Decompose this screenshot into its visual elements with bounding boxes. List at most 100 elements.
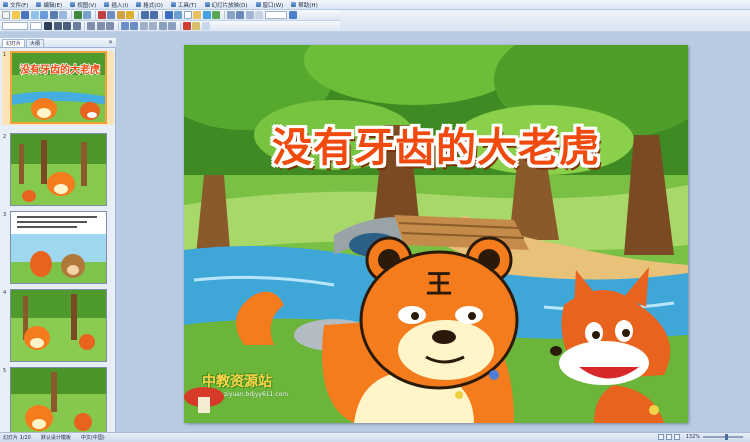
insert-table-icon[interactable] — [174, 11, 182, 19]
shadow-icon[interactable] — [72, 22, 81, 30]
standard-toolbar — [0, 10, 340, 21]
watermark-logo-text: 中教资源站 — [202, 374, 272, 390]
thumbnail-image: 没有牙齿的大老虎 — [10, 51, 107, 124]
tools-icon — [170, 2, 176, 7]
format-icon — [136, 2, 142, 7]
new-icon[interactable] — [2, 11, 10, 19]
watermark-url: ziyuan.bdjyy611.com — [224, 391, 289, 398]
open-icon[interactable] — [11, 11, 20, 19]
tab-slides[interactable]: 幻灯片 — [2, 39, 26, 47]
thumbnail-image — [10, 289, 107, 362]
font-name-dropdown[interactable] — [2, 22, 28, 30]
align-center-icon[interactable] — [96, 22, 105, 30]
slideshow-view-icon[interactable] — [673, 434, 680, 440]
menu-slideshow[interactable]: 幻灯片放映(D) — [204, 1, 248, 9]
thumbnail-number: 1 — [3, 52, 7, 58]
decrease-font-icon[interactable] — [149, 22, 157, 30]
slide-editing-area: 王 没有牙齿的大老虎 中教资源站 ziyuan.bdjyy611.com — [117, 32, 750, 432]
increase-font-icon[interactable] — [139, 22, 148, 30]
thumbnail-number: 2 — [3, 134, 7, 140]
slide-title[interactable]: 没有牙齿的大老虎 — [184, 115, 688, 173]
slide-thumbnail-3[interactable]: 3 — [2, 211, 114, 285]
edit-icon — [36, 2, 42, 7]
italic-icon[interactable] — [53, 22, 62, 30]
insert-wordart-icon[interactable] — [202, 11, 211, 19]
svg-text:没有牙齿的大老虎: 没有牙齿的大老虎 — [20, 63, 100, 76]
help-icon[interactable] — [288, 11, 297, 19]
align-right-icon[interactable] — [106, 22, 114, 30]
insert-chart-icon[interactable] — [164, 11, 173, 19]
menu-tools[interactable]: 工具(T) — [170, 1, 197, 9]
normal-view-icon[interactable] — [657, 434, 664, 440]
print-icon[interactable] — [49, 11, 58, 19]
underline-icon[interactable] — [63, 22, 71, 30]
menu-format[interactable]: 格式(O) — [136, 1, 163, 9]
pane-tabs: 幻灯片 大纲 ✕ — [0, 38, 116, 48]
toolbar-separator — [94, 11, 96, 19]
menu-help[interactable]: 帮助(H) — [291, 1, 318, 9]
zoom-dropdown[interactable] — [264, 11, 287, 19]
bullets-icon[interactable] — [130, 22, 138, 30]
menu-window[interactable]: 窗口(W) — [255, 1, 283, 9]
redo-icon[interactable] — [150, 11, 158, 19]
increase-indent-icon[interactable] — [168, 22, 176, 30]
font-size-dropdown[interactable] — [30, 22, 42, 30]
align-left-icon[interactable] — [87, 22, 95, 30]
slide-illustration: 王 — [184, 45, 688, 423]
toolbar-separator — [70, 11, 72, 19]
font-color-icon[interactable] — [182, 22, 191, 30]
decrease-indent-icon[interactable] — [158, 22, 167, 30]
file-icon — [3, 2, 8, 7]
insert-picture-icon[interactable] — [193, 11, 201, 19]
numbering-icon[interactable] — [120, 22, 129, 30]
slide-thumbnail-1[interactable]: 1 没有牙齿的大老虎 — [2, 51, 114, 125]
slideshow-icon — [204, 2, 210, 7]
zoom-slider[interactable] — [703, 434, 743, 440]
language-indicator: 中文(中国) — [80, 435, 105, 441]
close-icon[interactable]: ✕ — [108, 39, 113, 46]
toolbar-separator — [223, 11, 225, 19]
spelling-icon[interactable] — [73, 11, 82, 19]
slide-thumbnail-5[interactable]: 5 — [2, 367, 114, 441]
thumbnail-number: 4 — [3, 290, 7, 296]
copy-icon[interactable] — [107, 11, 115, 19]
bold-icon[interactable] — [44, 22, 52, 30]
menu-insert[interactable]: 插入(I) — [104, 1, 128, 9]
slide-thumbnail-2[interactable]: 2 — [2, 133, 114, 207]
status-bar: 幻灯片 1/20 默认设计模板 中文(中国) 132% — [0, 432, 750, 442]
insert-diagram-icon[interactable] — [212, 11, 220, 19]
new-slide-icon[interactable] — [201, 22, 210, 30]
toolbar-separator — [117, 22, 119, 30]
insert-icon — [104, 2, 110, 7]
current-slide[interactable]: 王 没有牙齿的大老虎 中教资源站 ziyuan.bdjyy611.com — [184, 45, 688, 423]
permission-icon[interactable] — [30, 11, 39, 19]
paste-icon[interactable] — [116, 11, 125, 19]
menu-edit[interactable]: 编辑(E) — [36, 1, 62, 9]
slide-counter: 幻灯片 1/20 — [3, 435, 31, 441]
cut-icon[interactable] — [97, 11, 106, 19]
view-icon — [70, 2, 76, 7]
thumbnail-number: 5 — [3, 368, 7, 374]
toolbar-area — [340, 10, 750, 32]
zoom-slider-thumb[interactable] — [725, 434, 728, 440]
toolbar-separator — [137, 11, 139, 19]
expand-icon[interactable] — [226, 11, 235, 19]
slide-sorter-icon[interactable] — [665, 434, 672, 440]
print-preview-icon[interactable] — [59, 11, 67, 19]
menu-file[interactable]: 文件(F) — [3, 1, 28, 9]
thumbnail-image — [10, 211, 107, 284]
show-formatting-icon[interactable] — [236, 11, 244, 19]
tab-outline[interactable]: 大纲 — [26, 39, 45, 47]
undo-icon[interactable] — [140, 11, 149, 19]
menu-view[interactable]: 视图(V) — [70, 1, 96, 9]
color-grayscale-icon[interactable] — [255, 11, 263, 19]
format-painter-icon[interactable] — [126, 11, 134, 19]
slide-thumbnail-4[interactable]: 4 — [2, 289, 114, 363]
research-icon[interactable] — [83, 11, 91, 19]
design-template-name: 默认设计模板 — [40, 435, 71, 441]
email-icon[interactable] — [40, 11, 48, 19]
insert-textbox-icon[interactable] — [183, 11, 192, 19]
design-icon[interactable] — [192, 22, 200, 30]
grid-icon[interactable] — [245, 11, 254, 19]
save-icon[interactable] — [21, 11, 29, 19]
